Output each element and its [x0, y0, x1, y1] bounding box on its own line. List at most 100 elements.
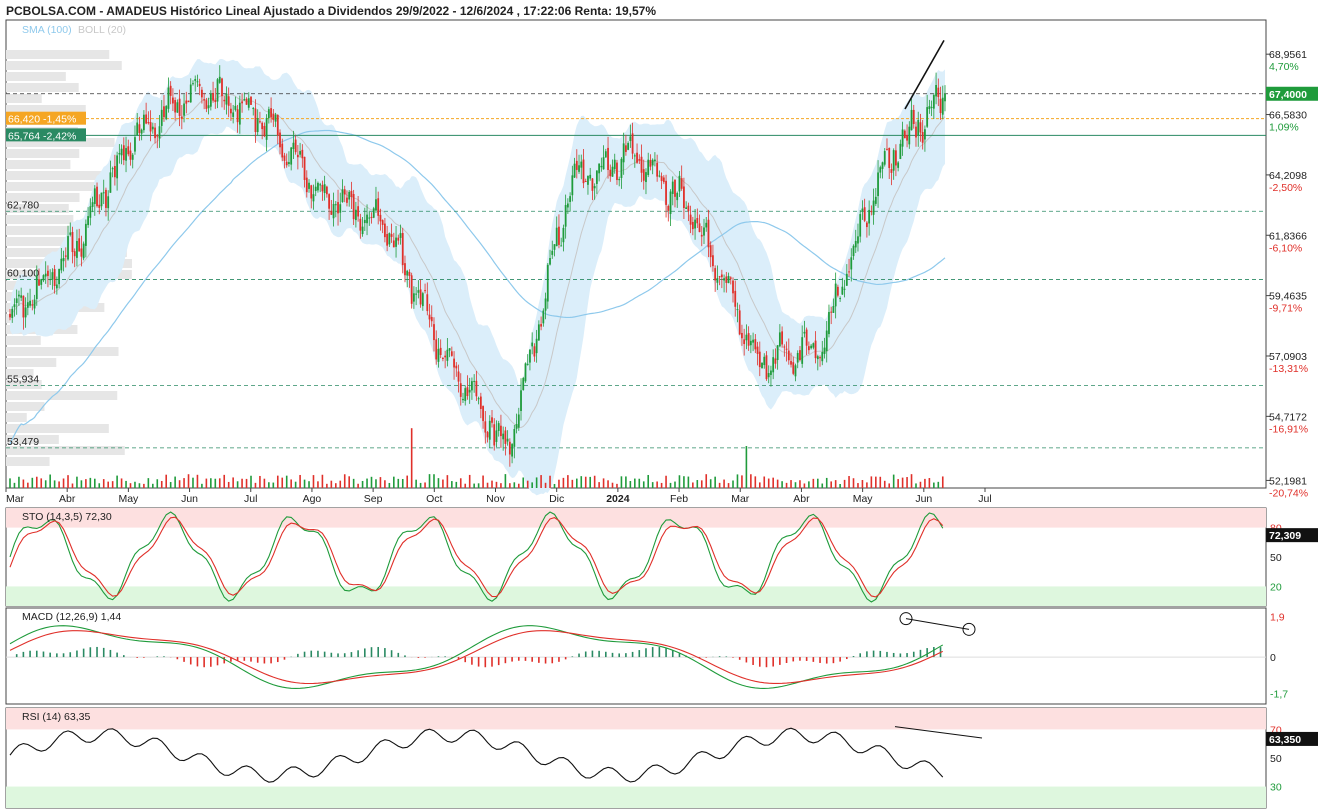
candle-body — [390, 234, 393, 237]
y-tick-pct: 1,09% — [1269, 122, 1299, 134]
candle-body — [263, 125, 266, 137]
macd-histogram-bar — [912, 651, 915, 658]
candle-body — [725, 276, 728, 283]
candle-body — [814, 340, 817, 359]
macd-histogram-bar — [772, 657, 774, 667]
candle-body — [691, 221, 694, 230]
candle-body — [607, 147, 609, 170]
candle-body — [741, 332, 743, 339]
volume-bar — [727, 483, 730, 488]
candle-body — [171, 97, 174, 104]
volume-bar — [178, 480, 181, 488]
volume-bar — [723, 479, 725, 488]
sto-tick-label: 20 — [1270, 581, 1282, 593]
support-label: 53,479 — [7, 436, 39, 448]
candle-body — [55, 284, 58, 289]
candle-body — [562, 227, 565, 243]
volume-bar — [808, 481, 810, 488]
volume-bar — [80, 480, 83, 488]
candle-body — [627, 143, 630, 150]
candle-body — [285, 161, 288, 166]
candle-body — [743, 339, 746, 345]
volume-bar — [709, 479, 712, 488]
macd-histogram-bar — [899, 653, 902, 658]
candle-body — [845, 273, 848, 286]
volume-bar — [651, 482, 654, 488]
volume-bar — [259, 475, 261, 488]
candle-body — [848, 271, 850, 273]
candle-body — [540, 324, 542, 327]
macd-histogram-bar — [69, 652, 72, 658]
candle-body — [107, 196, 110, 209]
candle-body — [428, 314, 431, 320]
volume-bar — [558, 479, 560, 488]
volume-bar — [134, 481, 136, 488]
candle-body — [69, 232, 72, 235]
candle-body — [93, 188, 96, 204]
candle-body — [765, 355, 768, 380]
volume-bar — [263, 478, 266, 488]
candle-body — [767, 373, 770, 378]
candle-body — [636, 152, 638, 163]
candle-body — [140, 129, 143, 134]
candle-body — [339, 204, 342, 213]
candle-body — [230, 108, 232, 114]
volume-bar — [866, 482, 868, 488]
volume-bar — [67, 475, 69, 488]
volume-bar — [598, 482, 600, 488]
candle-body — [566, 203, 569, 208]
candle-body — [24, 307, 27, 318]
sto-label: STO (14,3,5) 72,30 — [22, 511, 112, 523]
volume-bar — [678, 475, 681, 488]
candle-body — [183, 103, 185, 116]
rsi-tick-label: 30 — [1270, 782, 1282, 794]
candle-body — [15, 298, 18, 304]
candle-body — [778, 332, 781, 347]
candle-body — [187, 100, 190, 103]
volume-bar — [549, 475, 551, 488]
macd-histogram-bar — [758, 657, 761, 667]
candle-body — [696, 218, 699, 224]
macd-histogram-bar — [364, 648, 366, 658]
volume-bar — [790, 480, 792, 488]
candle-body — [47, 270, 49, 277]
y-tick-pct: -9,71% — [1269, 303, 1302, 315]
candle-body — [430, 316, 433, 322]
volume-bar — [143, 483, 145, 488]
candle-body — [647, 159, 650, 176]
candle-body — [305, 177, 308, 193]
candle-body — [372, 208, 375, 218]
candle-body — [674, 179, 676, 197]
candle-body — [613, 159, 616, 170]
macd-histogram-bar — [176, 657, 179, 660]
macd-histogram-bar — [504, 657, 507, 664]
macd-histogram-bar — [343, 653, 346, 658]
candle-body — [290, 147, 293, 165]
candle-body — [522, 377, 525, 391]
volume-bar — [98, 483, 101, 488]
macd-histogram-bar — [819, 657, 821, 663]
volume-bar — [111, 481, 114, 488]
candle-body — [857, 236, 859, 244]
candle-body — [604, 151, 607, 158]
volume-bar — [576, 478, 578, 488]
candle-body — [341, 189, 344, 203]
candle-body — [259, 121, 261, 123]
macd-histogram-bar — [625, 653, 627, 658]
volume-bar — [156, 479, 159, 488]
candle-body — [888, 147, 891, 169]
macd-histogram-bar — [879, 650, 882, 658]
candle-body — [620, 158, 623, 179]
candle-body — [125, 148, 127, 161]
macd-histogram-bar — [35, 650, 38, 658]
macd-histogram-bar — [825, 657, 828, 664]
candle-body — [734, 290, 737, 307]
candle-body — [214, 99, 217, 103]
candle-body — [790, 361, 792, 365]
candle-body — [486, 432, 489, 438]
macd-histogram-bar — [397, 652, 400, 658]
candle-body — [694, 219, 696, 229]
volume-bar — [567, 475, 569, 488]
candle-body — [332, 203, 335, 219]
volume-bar — [357, 483, 359, 488]
